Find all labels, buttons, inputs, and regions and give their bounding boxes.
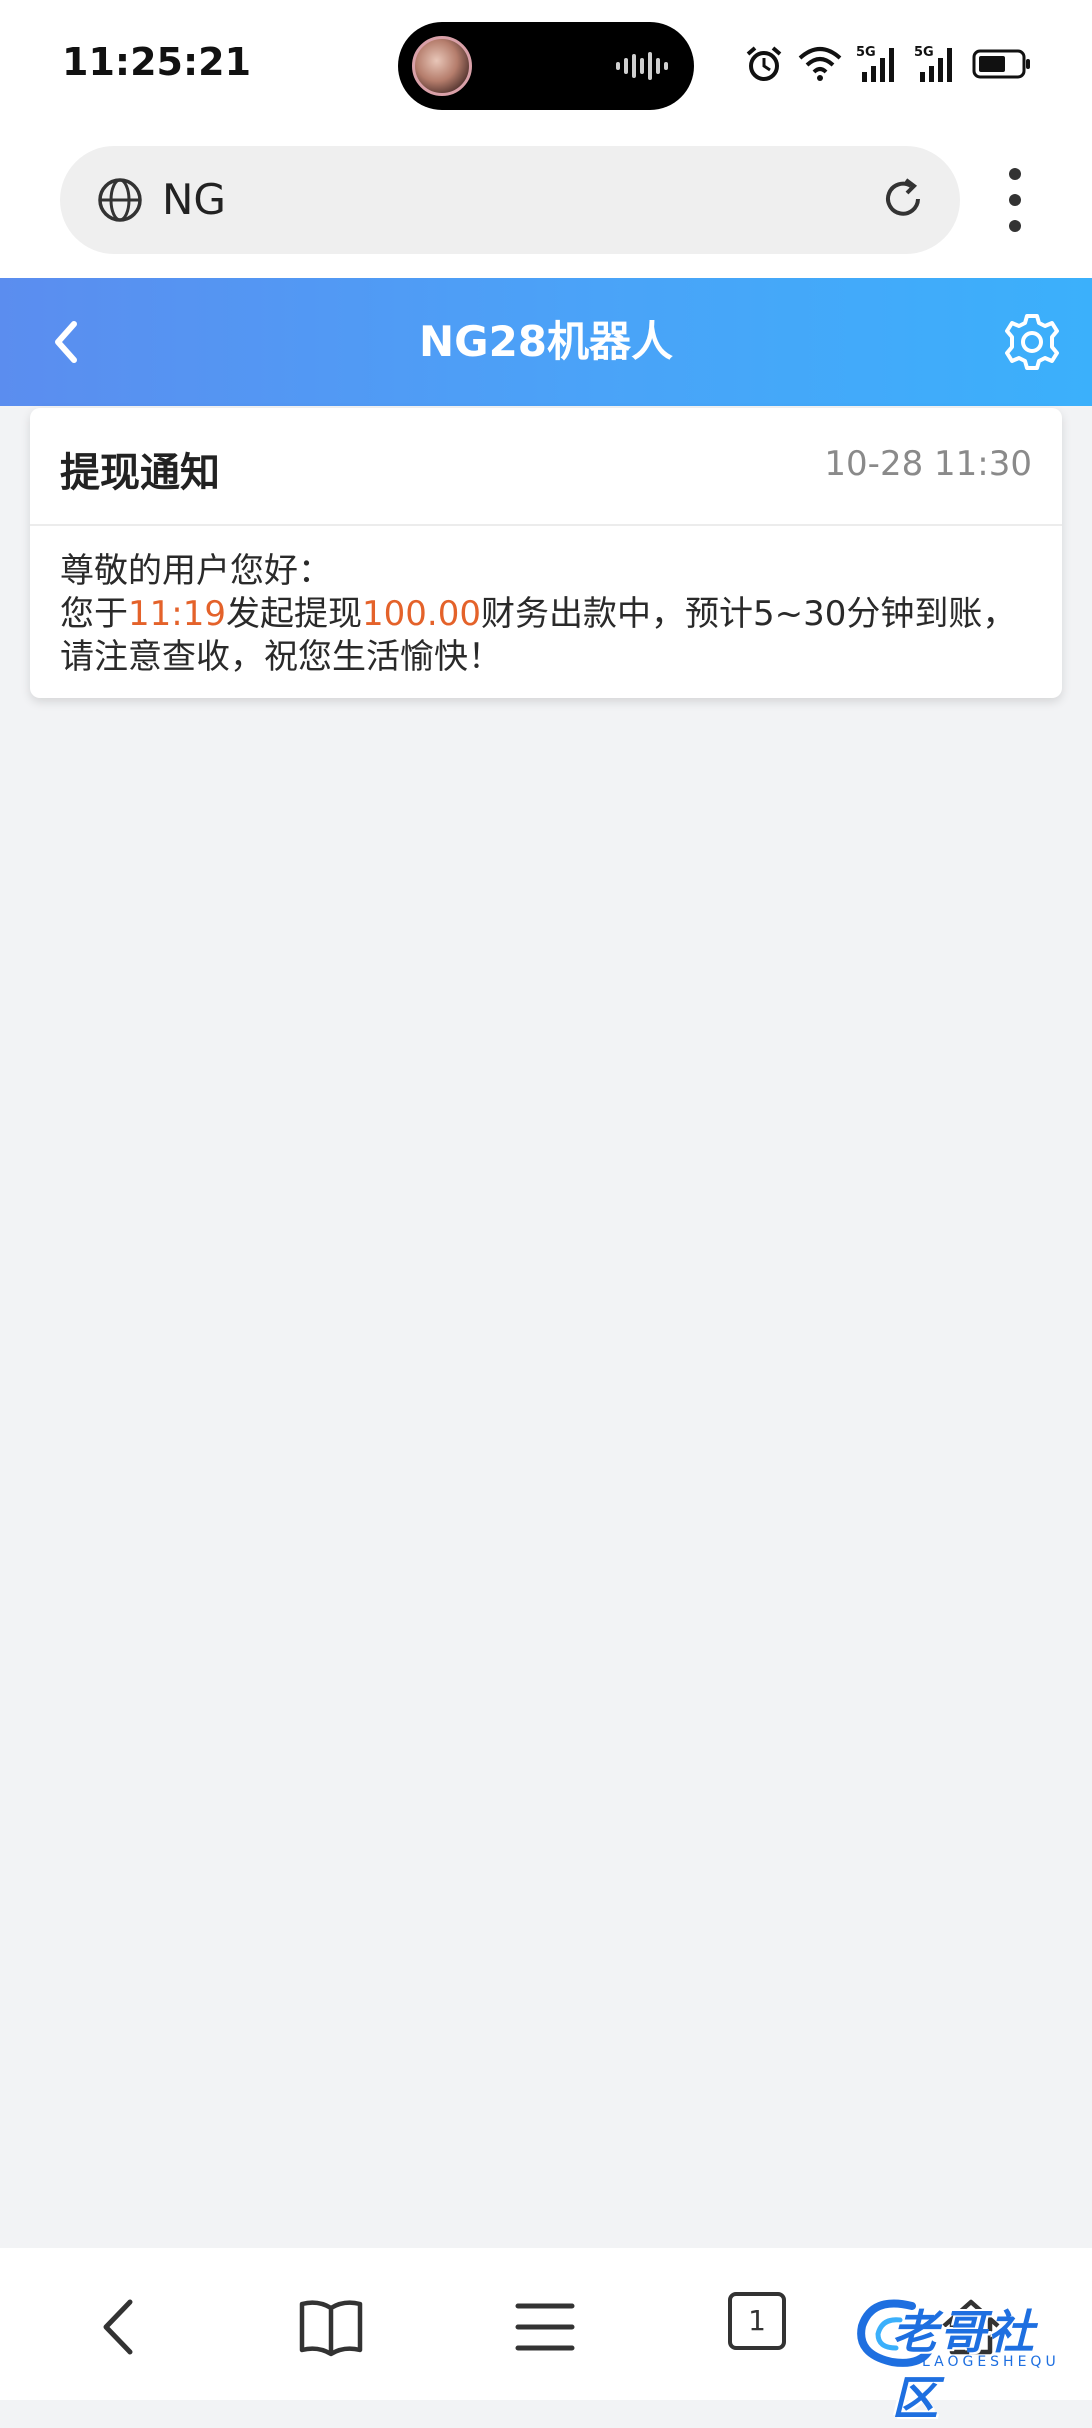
status-icons: 5G 5G (744, 42, 1032, 86)
gear-icon[interactable] (1000, 310, 1064, 374)
page-title: NG28机器人 (418, 317, 674, 366)
more-menu-icon[interactable] (1000, 168, 1030, 232)
greeting-text: 尊敬的用户您好： (60, 551, 332, 591)
card-header: 提现通知 10-28 11:30 (30, 408, 1062, 526)
watermark-logo: 老哥社区 LAOGESHEQU (852, 2292, 1082, 2425)
alarm-icon (746, 46, 782, 81)
line-prefix: 您于 (60, 594, 128, 634)
audio-wave-icon (616, 52, 668, 80)
back-icon[interactable] (86, 2292, 156, 2362)
reload-icon[interactable] (878, 174, 928, 224)
wifi-icon (798, 47, 842, 81)
menu-icon[interactable] (510, 2292, 580, 2362)
bookmarks-icon[interactable] (296, 2292, 366, 2362)
watermark-subtext: LAOGESHEQU (922, 2354, 1060, 2370)
closing-text: 请注意查收，祝您生活愉快！ (60, 637, 502, 677)
url-text[interactable]: NG (162, 176, 226, 224)
svg-text:5G: 5G (856, 45, 876, 60)
tabs-button[interactable]: 1 (728, 2292, 798, 2362)
browser-toolbar: NG (0, 132, 1092, 278)
app-header: NG28机器人 (0, 278, 1092, 406)
line-suffix: 财务出款中，预计5~30分钟到账， (480, 594, 1017, 634)
withdraw-amount: 100.00 (361, 594, 481, 634)
notification-time: 10-28 11:30 (824, 444, 1032, 484)
dynamic-island[interactable] (398, 22, 694, 110)
status-bar: 11:25:21 5G 5G (0, 0, 1092, 132)
signal-5g-icon: 5G (914, 45, 952, 82)
notification-card[interactable]: 提现通知 10-28 11:30 尊敬的用户您好： 您于11:19发起提现100… (30, 408, 1062, 698)
address-bar[interactable]: NG (60, 146, 960, 254)
notification-body: 尊敬的用户您好： 您于11:19发起提现100.00财务出款中，预计5~30分钟… (30, 526, 1062, 679)
svg-text:5G: 5G (914, 45, 934, 60)
status-time: 11:25:21 (62, 40, 252, 84)
media-avatar (412, 36, 472, 96)
line-mid: 发起提现 (225, 594, 362, 634)
withdraw-time: 11:19 (128, 594, 226, 634)
notification-title: 提现通知 (60, 450, 220, 496)
tab-count: 1 (728, 2292, 786, 2350)
withdraw-line: 您于11:19发起提现100.00财务出款中，预计5~30分钟到账， (60, 593, 1032, 636)
globe-icon (98, 178, 142, 222)
signal-5g-icon: 5G (856, 45, 894, 82)
battery-icon (972, 49, 1030, 79)
